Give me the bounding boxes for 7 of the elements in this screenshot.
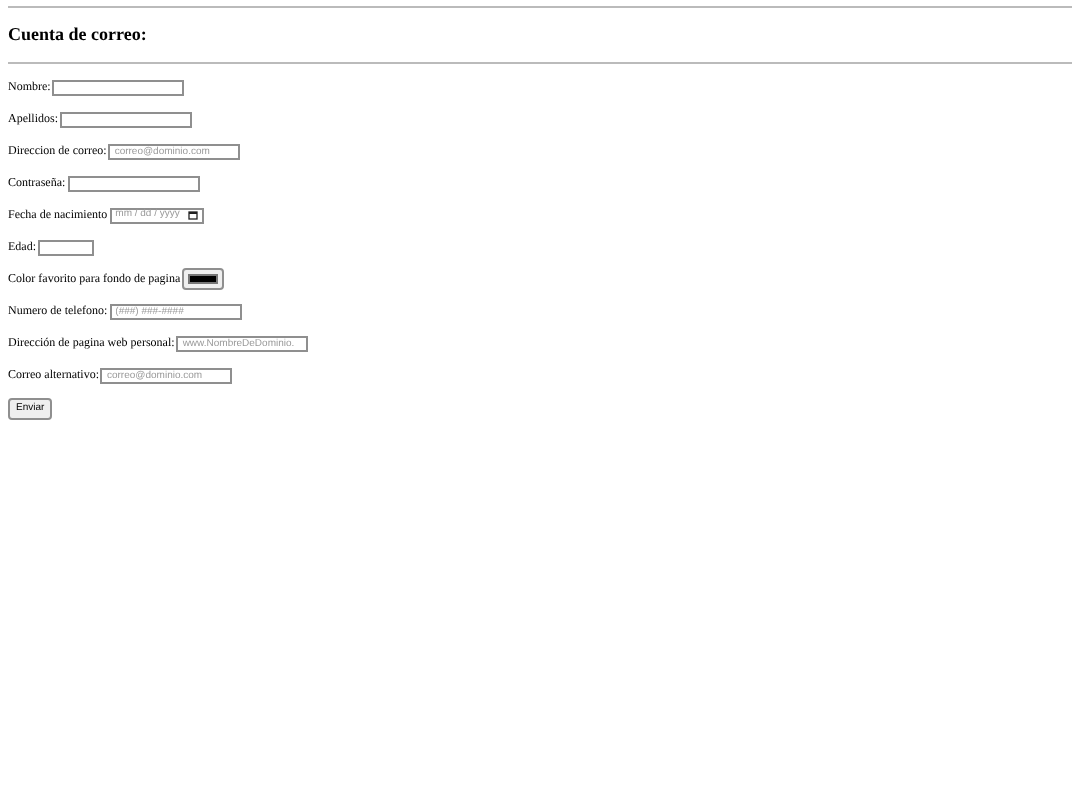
input-field[interactable] bbox=[60, 111, 192, 127]
color-picker[interactable] bbox=[182, 268, 225, 290]
calendar-icon[interactable] bbox=[187, 210, 198, 220]
input-field[interactable] bbox=[38, 239, 94, 255]
input-field[interactable] bbox=[67, 175, 200, 191]
input-field[interactable] bbox=[52, 79, 185, 95]
form-heading: Cuenta de correo: bbox=[8, 26, 149, 44]
